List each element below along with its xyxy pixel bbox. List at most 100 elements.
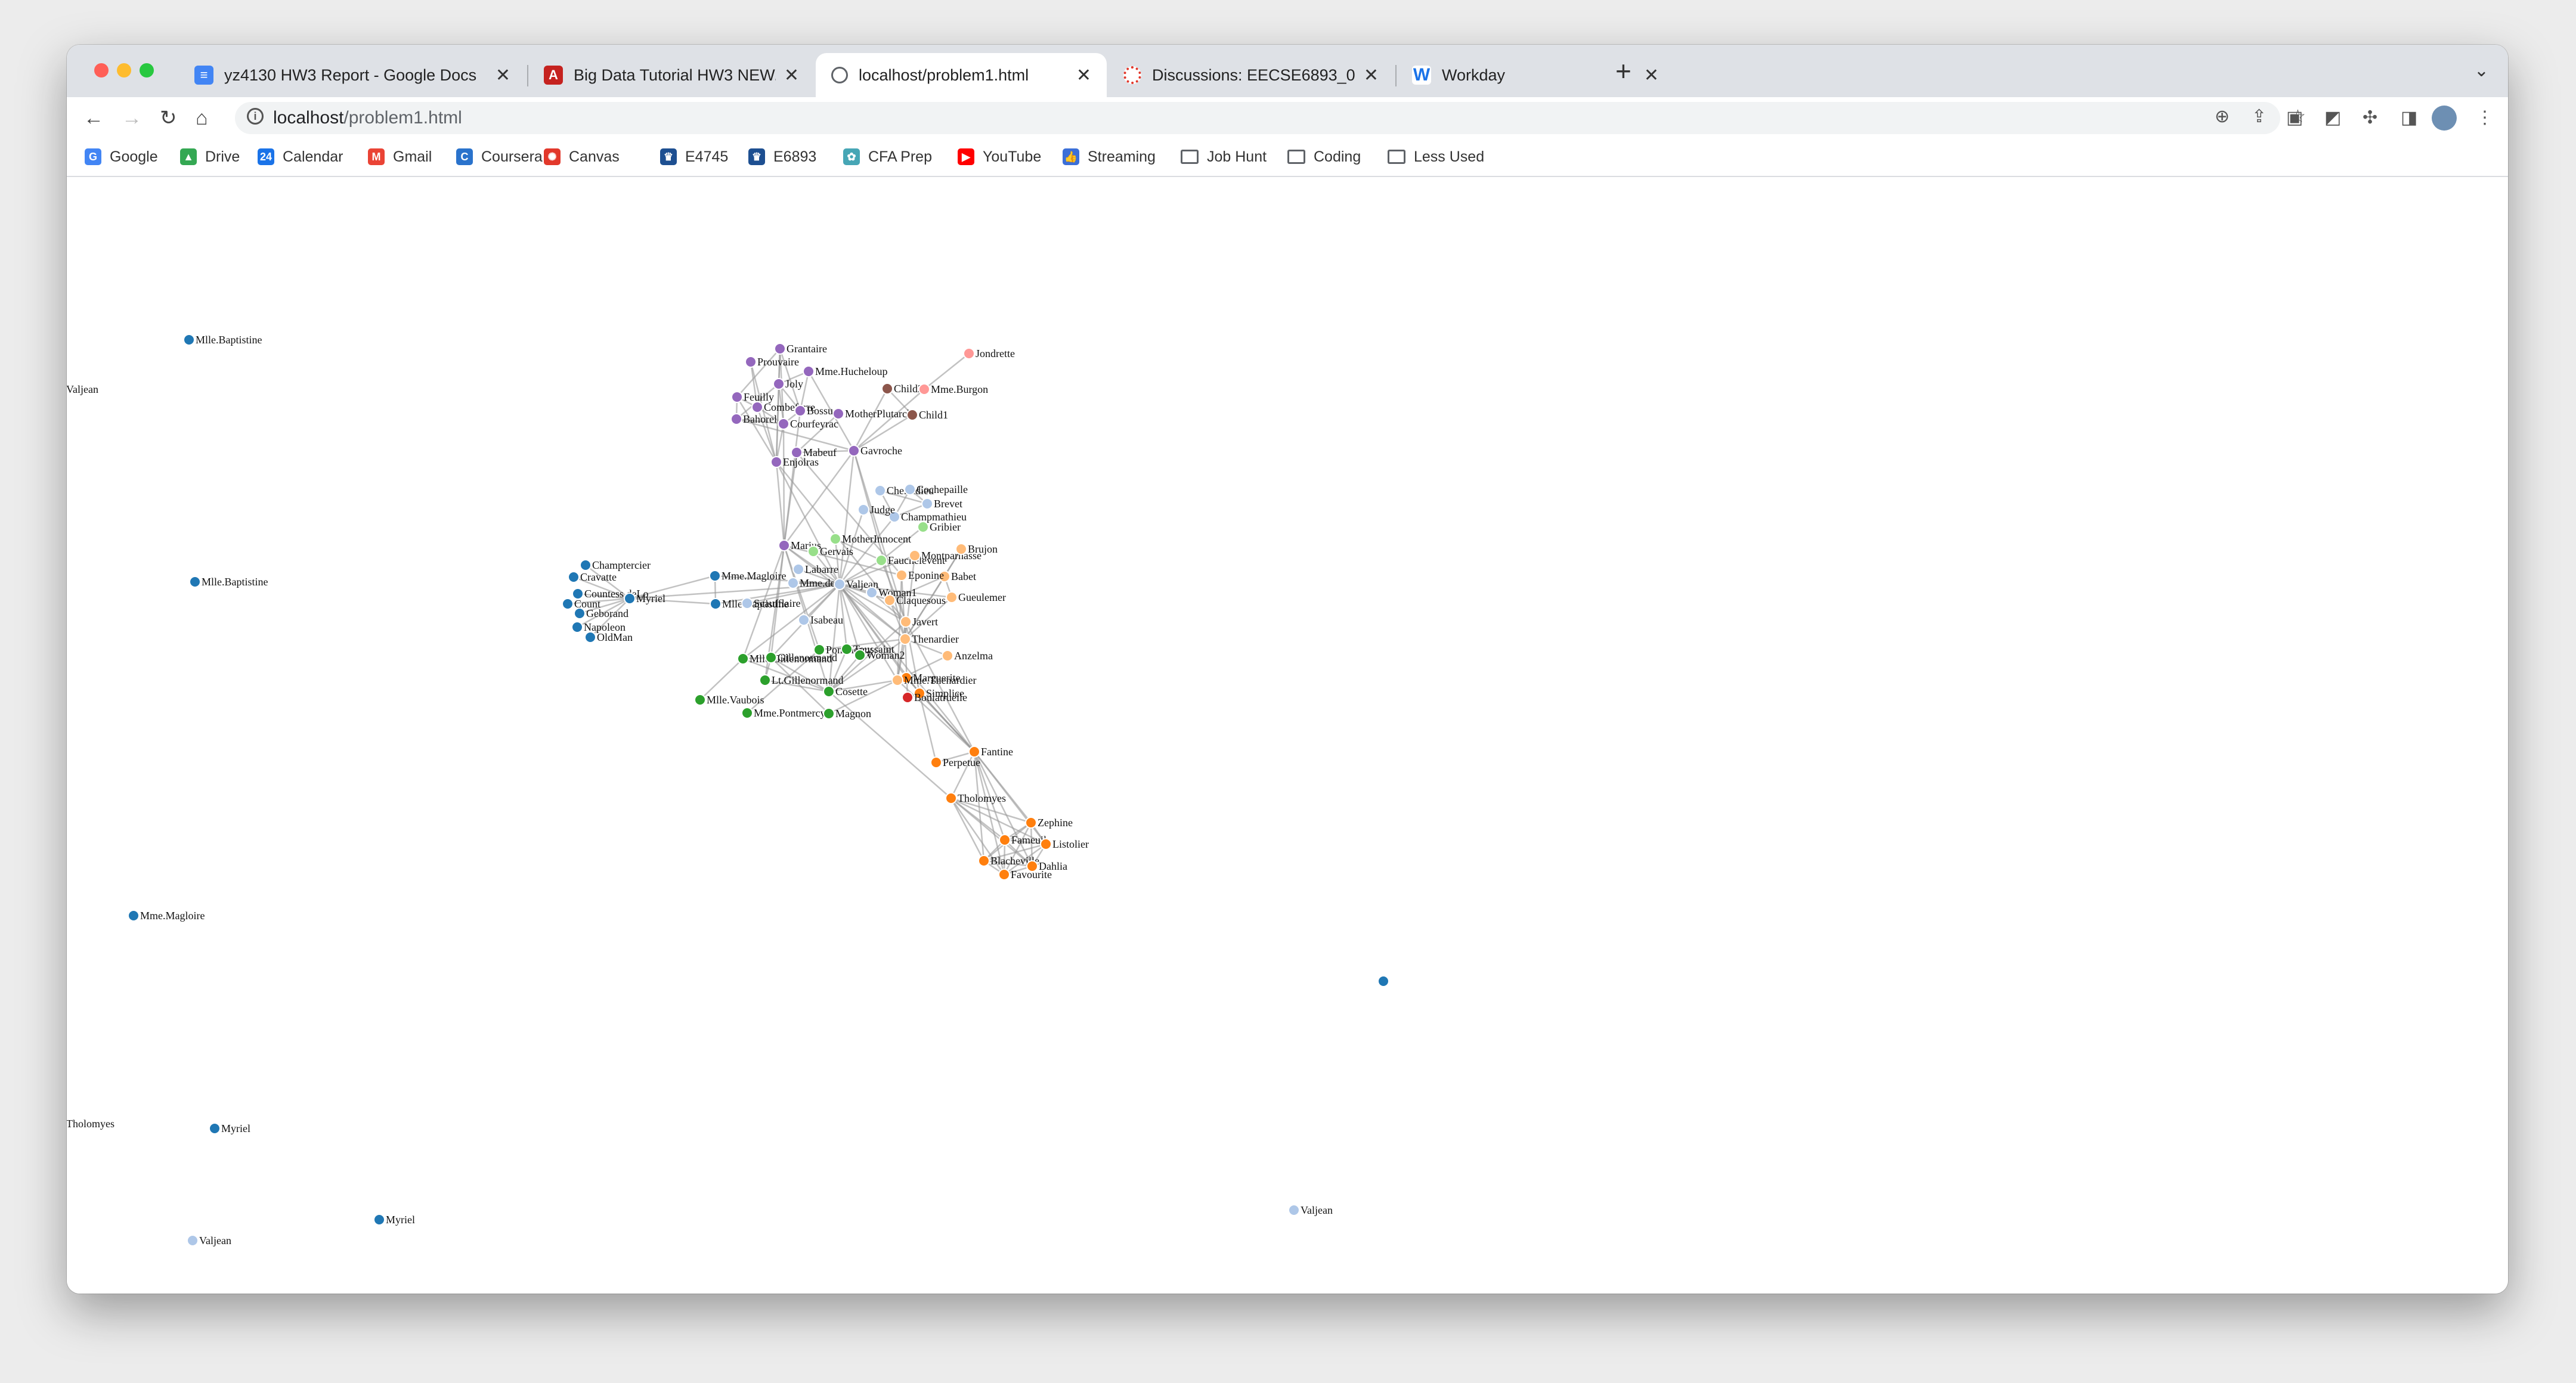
graph-node-circle[interactable] <box>896 569 908 581</box>
graph-node-favourite[interactable]: Favourite <box>998 869 1052 880</box>
graph-node-gervais[interactable]: Gervais <box>807 545 853 557</box>
graph-node-circle[interactable] <box>1025 817 1037 829</box>
bookmark-calendar[interactable]: 24 Calendar <box>258 145 343 169</box>
graph-node-circle[interactable] <box>778 539 790 551</box>
minimize-window-button[interactable] <box>117 63 131 77</box>
bookmark-e4745[interactable]: ♛ E4745 <box>660 145 728 169</box>
graph-node-eponine[interactable]: Eponine <box>896 569 944 581</box>
tab-discussions[interactable]: Discussions: EECSE6893_001_ ✕ <box>1108 53 1394 97</box>
graph-node-circle[interactable] <box>562 598 574 610</box>
graph-node-circle[interactable] <box>737 653 749 665</box>
graph-node-mabeuf[interactable]: Mabeuf <box>791 446 837 458</box>
graph-node-circle[interactable] <box>955 543 967 555</box>
graph-node-brujon[interactable]: Brujon <box>955 543 998 555</box>
reload-icon[interactable]: ↻ <box>160 103 177 133</box>
graph-node-jondrette[interactable]: Jondrette <box>963 348 1015 359</box>
graph-node-circle[interactable] <box>884 594 896 606</box>
graph-node-circle[interactable] <box>770 456 782 468</box>
graph-node-anzelma[interactable]: Anzelma <box>942 650 993 662</box>
graph-node-listolier[interactable]: Listolier <box>1040 838 1089 850</box>
graph-node-thenardier[interactable]: Thenardier <box>899 633 959 645</box>
new-tab-button[interactable]: + <box>1615 57 1631 85</box>
bookmark-job-hunt[interactable]: Job Hunt <box>1181 145 1267 169</box>
graph-node-mme-pontmercy[interactable]: Mme.Pontmercy <box>741 707 825 719</box>
graph-node-circle[interactable] <box>999 834 1011 846</box>
graph-node-fameuil[interactable]: Fameuil <box>999 834 1046 846</box>
back-arrow-icon[interactable]: ← <box>83 103 104 133</box>
graph-node-circle[interactable] <box>1040 838 1052 850</box>
graph-node-circle[interactable] <box>187 1235 199 1246</box>
graph-node-circle[interactable] <box>209 1122 221 1134</box>
graph-node-circle[interactable] <box>759 674 771 686</box>
stray-node[interactable]: Tholomyes <box>67 1118 114 1130</box>
graph-node-circle[interactable] <box>823 686 835 697</box>
puzzle-icon[interactable]: ✣ <box>2363 107 2377 129</box>
stray-node[interactable]: Valjean <box>1288 1204 1333 1216</box>
graph-node-cochepaille[interactable]: Cochepaille <box>904 483 968 495</box>
graph-node-lt-gillenormand[interactable]: Lt.Gillenormand <box>759 674 843 686</box>
bookmark-drive[interactable]: ▲ Drive <box>180 145 240 169</box>
close-tab-icon[interactable]: ✕ <box>496 65 510 86</box>
graph-node-circle[interactable] <box>778 418 789 430</box>
graph-node-tholomyes[interactable]: Tholomyes <box>945 792 1006 804</box>
bookmark-cfa-prep[interactable]: ✿ CFA Prep <box>843 145 932 169</box>
graph-node-circle[interactable] <box>848 445 860 457</box>
close-tab-icon[interactable]: ✕ <box>784 65 799 86</box>
graph-node-geborand[interactable]: Geborand <box>574 607 628 619</box>
zoom-window-button[interactable] <box>140 63 154 77</box>
graph-node-fantine[interactable]: Fantine <box>968 746 1013 758</box>
graph-node-circle[interactable] <box>710 598 722 610</box>
graph-node-circle[interactable] <box>900 616 912 628</box>
url-text[interactable]: localhost/problem1.html <box>273 108 462 128</box>
graph-node-cosette[interactable]: Cosette <box>823 686 868 697</box>
graph-node-scaufflaire[interactable]: Scaufflaire <box>741 597 801 609</box>
graph-node-gribier[interactable]: Gribier <box>917 521 961 533</box>
graph-node-circle[interactable] <box>807 545 819 557</box>
graph-node-circle[interactable] <box>580 559 592 571</box>
graph-node-circle[interactable] <box>1377 975 1389 987</box>
graph-node-javert[interactable]: Javert <box>900 616 938 628</box>
graph-node-circle[interactable] <box>832 408 844 420</box>
graph-node-circle[interactable] <box>773 378 785 390</box>
graph-node-circle[interactable] <box>921 498 933 510</box>
graph-node-prouvaire[interactable]: Prouvaire <box>745 356 799 368</box>
graph-node-circle[interactable] <box>823 708 835 720</box>
graph-node-mme-hucheloup[interactable]: Mme.Hucheloup <box>803 365 887 377</box>
graph-node-circle[interactable] <box>917 521 929 533</box>
graph-node-circle[interactable] <box>942 650 953 662</box>
graph-node-courfeyrac[interactable]: Courfeyrac <box>778 418 838 430</box>
graph-node-zephine[interactable]: Zephine <box>1025 817 1073 829</box>
bookmark-e6893[interactable]: ♛ E6893 <box>748 145 816 169</box>
graph-node-babet[interactable]: Babet <box>939 570 976 582</box>
graph-node-circle[interactable] <box>930 756 942 768</box>
graph-node-circle[interactable] <box>978 855 990 867</box>
graph-node-gueulemer[interactable]: Gueulemer <box>946 591 1006 603</box>
graph-node-magnon[interactable]: Magnon <box>823 708 871 720</box>
extension-icon[interactable]: ▣ <box>2286 107 2303 129</box>
graph-node-claquesous[interactable]: Claquesous <box>884 594 946 606</box>
graph-node-circle[interactable] <box>765 652 777 663</box>
graph-node-circle[interactable] <box>730 413 742 425</box>
avatar[interactable] <box>2432 106 2457 131</box>
graph-node-mme-thenardier[interactable]: Mme.Thenardier <box>891 674 976 686</box>
graph-node-grantaire[interactable]: Grantaire <box>774 343 827 355</box>
tab-pdf[interactable]: A Big Data Tutorial HW3 NEW.pdf ✕ <box>528 53 815 97</box>
tab-google-docs[interactable]: ≡ yz4130 HW3 Report - Google Docs ✕ <box>179 53 526 97</box>
tab-search-chevron-icon[interactable]: ⌄ <box>2474 60 2489 81</box>
stray-node[interactable]: Valjean <box>67 383 98 395</box>
graph-node-circle[interactable] <box>792 563 804 575</box>
graph-node-perpetue[interactable]: Perpetue <box>930 756 980 768</box>
close-tab-icon[interactable]: ✕ <box>1076 65 1091 86</box>
graph-node-circle[interactable] <box>875 554 887 566</box>
stray-node[interactable]: Myriel <box>209 1122 250 1134</box>
close-tab-icon[interactable]: ✕ <box>1364 65 1379 86</box>
graph-node-circle[interactable] <box>183 334 195 346</box>
graph-node-circle[interactable] <box>745 356 757 368</box>
bookmark-youtube[interactable]: ▶ YouTube <box>958 145 1041 169</box>
graph-node-circle[interactable] <box>881 383 893 395</box>
graph-node-circle[interactable] <box>794 405 806 417</box>
close-tab-icon[interactable]: ✕ <box>1644 65 1659 86</box>
graph-node-circle[interactable] <box>731 391 743 403</box>
stray-node[interactable]: Myriel <box>373 1214 415 1226</box>
graph-node-circle[interactable] <box>946 591 958 603</box>
